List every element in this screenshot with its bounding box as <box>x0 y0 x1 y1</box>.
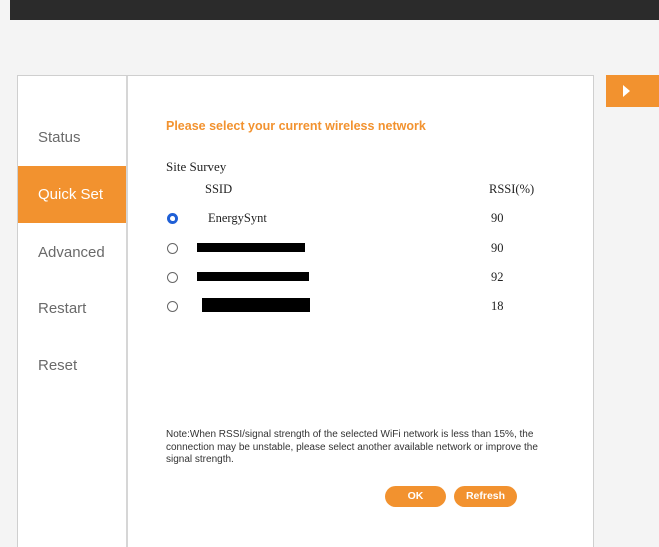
top-bar <box>10 0 659 20</box>
sidebar: Status Quick Set Advanced Restart Reset <box>18 76 128 547</box>
play-arrow-icon <box>623 85 630 97</box>
site-survey-label: Site Survey <box>166 159 227 174</box>
side-panel-toggle[interactable] <box>606 75 659 107</box>
ssid-column-header: SSID <box>205 182 233 196</box>
ok-button[interactable]: OK <box>385 486 446 507</box>
network-row[interactable]: EnergySynt 90 <box>166 210 566 232</box>
page-heading: Please select your current wireless netw… <box>166 119 426 133</box>
signal-note: Note:When RSSI/signal strength of the se… <box>166 429 538 465</box>
network-rssi: 90 <box>491 211 504 225</box>
network-rssi: 90 <box>491 241 504 255</box>
network-rssi: 18 <box>491 299 504 313</box>
sidebar-item-advanced[interactable]: Advanced <box>18 224 126 281</box>
refresh-button[interactable]: Refresh <box>454 486 517 507</box>
main-panel: Status Quick Set Advanced Restart Reset … <box>17 75 594 547</box>
network-row[interactable]: 18 <box>166 298 566 320</box>
sidebar-item-quick-set[interactable]: Quick Set <box>18 166 126 223</box>
network-row[interactable]: 90 <box>166 240 566 262</box>
network-ssid: EnergySynt <box>208 211 267 225</box>
rssi-column-header: RSSI(%) <box>489 182 535 196</box>
network-rssi: 92 <box>491 270 504 284</box>
sidebar-item-restart[interactable]: Restart <box>18 280 126 337</box>
network-radio[interactable] <box>167 301 178 312</box>
redacted-ssid <box>197 243 305 252</box>
network-radio[interactable] <box>167 243 178 254</box>
sidebar-item-status[interactable]: Status <box>18 109 126 166</box>
network-row[interactable]: 92 <box>166 269 566 291</box>
network-radio[interactable] <box>167 272 178 283</box>
network-radio[interactable] <box>167 213 178 224</box>
redacted-ssid <box>197 272 309 281</box>
content-area: Please select your current wireless netw… <box>128 76 593 547</box>
redacted-ssid <box>202 298 310 312</box>
sidebar-item-reset[interactable]: Reset <box>18 337 126 394</box>
